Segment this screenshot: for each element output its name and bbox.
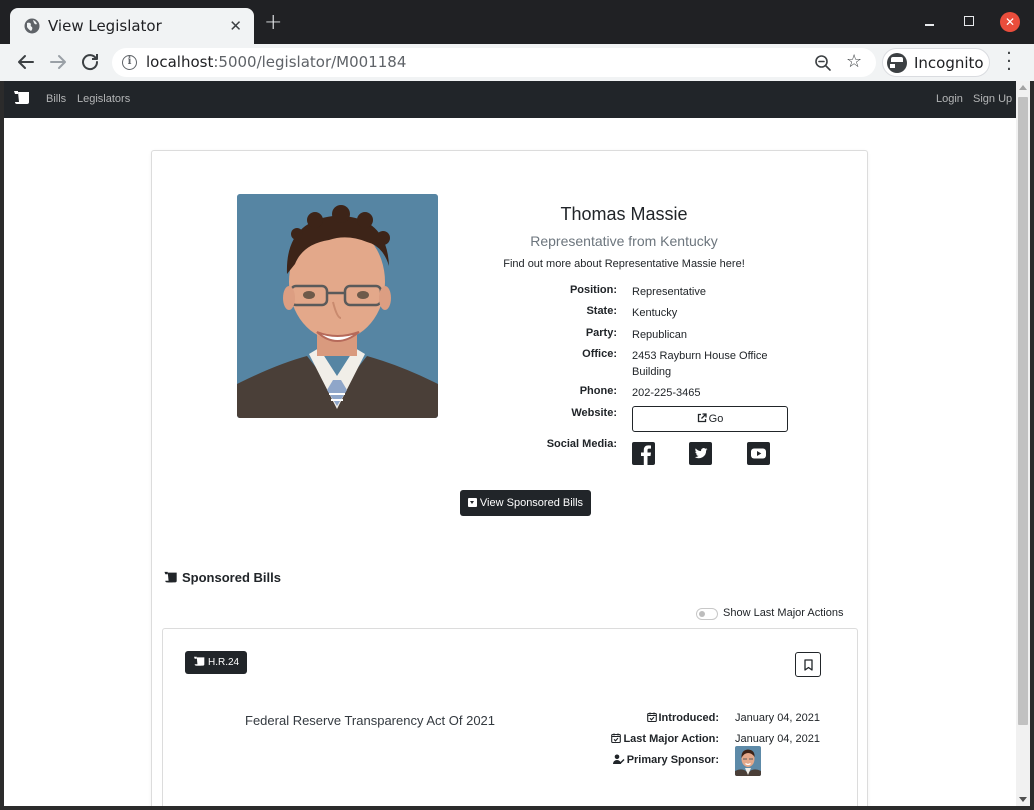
- maximize-window-button[interactable]: [964, 16, 974, 26]
- twitter-icon[interactable]: [689, 442, 712, 465]
- reload-icon[interactable]: [78, 50, 102, 74]
- incognito-label: Incognito: [914, 54, 984, 72]
- find-out-more-text: Find out more about Representative Massi…: [503, 258, 745, 270]
- info-label: State:: [586, 305, 617, 317]
- site-info-icon[interactable]: i: [122, 55, 137, 70]
- bookmark-bill-button[interactable]: [795, 652, 821, 677]
- website-go-button[interactable]: Go: [632, 406, 788, 432]
- external-link-icon: [697, 413, 707, 423]
- incognito-indicator[interactable]: Incognito: [882, 48, 990, 77]
- back-arrow-icon[interactable]: [14, 50, 38, 74]
- close-window-button[interactable]: ✕: [1000, 12, 1020, 32]
- page-scrollbar[interactable]: [1016, 81, 1030, 806]
- introduced-label: Introduced:: [658, 712, 720, 724]
- scrollbar-thumb[interactable]: [1018, 97, 1028, 725]
- sponsored-bills-heading: Sponsored Bills: [163, 570, 281, 585]
- browser-titlebar: View Legislator ✕ + ✕: [0, 0, 1034, 44]
- last-action-date: January 04, 2021: [735, 733, 821, 745]
- bill-label: Last Major Action:: [543, 733, 719, 745]
- bookmark-icon: [804, 659, 813, 671]
- browser-menu-icon[interactable]: · · ·: [1003, 45, 1015, 79]
- view-sponsored-bills-button[interactable]: View Sponsored Bills: [460, 490, 591, 516]
- bill-number-badge[interactable]: H.R.24: [185, 651, 248, 674]
- legislator-portrait: [237, 194, 438, 418]
- bill-number: H.R.24: [208, 657, 240, 668]
- legislator-card: Thomas Massie Representative from Kentuc…: [151, 150, 868, 806]
- legislator-subtitle: Representative from Kentucky: [530, 233, 718, 249]
- window-bottom-border: [0, 806, 1034, 810]
- toggle-label: Show Last Major Actions: [723, 607, 844, 619]
- info-value: Republican: [632, 329, 688, 341]
- bookmark-star-icon[interactable]: ☆: [846, 52, 862, 72]
- bill-title[interactable]: Federal Reserve Transparency Act Of 2021: [245, 713, 495, 728]
- bill-card: H.R.24 Federal Reserve Transparency Act …: [162, 628, 858, 806]
- info-label: Office:: [582, 348, 617, 360]
- url-path: :5000/legislator/M001184: [213, 53, 407, 71]
- scroll-icon: [194, 656, 205, 666]
- scroll-logo-icon[interactable]: [13, 90, 31, 106]
- calendar-check-icon: [646, 712, 657, 722]
- incognito-icon: [887, 53, 914, 73]
- info-value: Kentucky: [632, 307, 678, 319]
- info-value: 2453 Rayburn House Office Building: [632, 350, 768, 378]
- globe-icon: [24, 18, 40, 34]
- forward-arrow-icon[interactable]: [46, 50, 70, 74]
- caret-square-down-icon: [467, 498, 477, 507]
- address-bar[interactable]: i localhost:5000/legislator/M001184 ☆: [112, 48, 876, 77]
- info-value: Representative: [632, 286, 706, 298]
- last-action-label: Last Major Action:: [623, 733, 719, 745]
- calendar-check-icon: [611, 733, 622, 743]
- sponsored-bills-title: Sponsored Bills: [182, 570, 281, 585]
- nav-link-bills[interactable]: Bills: [46, 93, 66, 105]
- legislator-name: Thomas Massie: [560, 204, 688, 224]
- minimize-window-button[interactable]: [923, 12, 937, 30]
- bill-label: Primary Sponsor:: [543, 754, 719, 766]
- url-host: localhost: [146, 53, 214, 71]
- nav-link-login[interactable]: Login: [936, 93, 963, 105]
- primary-sponsor-label: Primary Sponsor:: [626, 754, 719, 766]
- url-text[interactable]: localhost:5000/legislator/M001184: [146, 53, 406, 71]
- tab-title: View Legislator: [48, 17, 162, 35]
- sponsor-avatar[interactable]: [735, 746, 761, 776]
- new-tab-button[interactable]: +: [264, 12, 282, 34]
- nav-link-signup[interactable]: Sign Up: [973, 93, 1012, 105]
- view-sponsored-bills-label: View Sponsored Bills: [479, 497, 584, 509]
- scroll-down-arrow-icon[interactable]: [1019, 797, 1027, 802]
- browser-toolbar: i localhost:5000/legislator/M001184 ☆ In…: [0, 44, 1034, 81]
- site-navbar: Bills Legislators Login Sign Up: [4, 81, 1016, 118]
- go-label: Go: [708, 413, 724, 425]
- scroll-up-arrow-icon[interactable]: [1019, 85, 1027, 90]
- info-label: Party:: [585, 327, 617, 339]
- info-label: Phone:: [579, 385, 617, 397]
- show-last-major-actions-toggle[interactable]: [696, 608, 718, 620]
- browser-tab[interactable]: View Legislator ✕: [10, 8, 254, 44]
- info-label: Social Media:: [546, 438, 617, 450]
- introduced-date: January 04, 2021: [735, 712, 821, 724]
- scroll-icon: [164, 571, 177, 583]
- info-label: Position:: [569, 284, 617, 296]
- nav-link-legislators[interactable]: Legislators: [77, 93, 130, 105]
- user-edit-icon: [612, 754, 625, 764]
- info-label: Website:: [571, 407, 617, 419]
- facebook-icon[interactable]: [632, 442, 655, 465]
- info-value: 202-225-3465: [632, 387, 701, 399]
- close-tab-icon[interactable]: ✕: [229, 17, 242, 35]
- youtube-icon[interactable]: [747, 442, 770, 465]
- bill-label: Introduced:: [543, 712, 719, 724]
- page-viewport: Bills Legislators Login Sign Up Thomas M…: [4, 81, 1016, 806]
- zoom-out-icon[interactable]: [814, 54, 832, 72]
